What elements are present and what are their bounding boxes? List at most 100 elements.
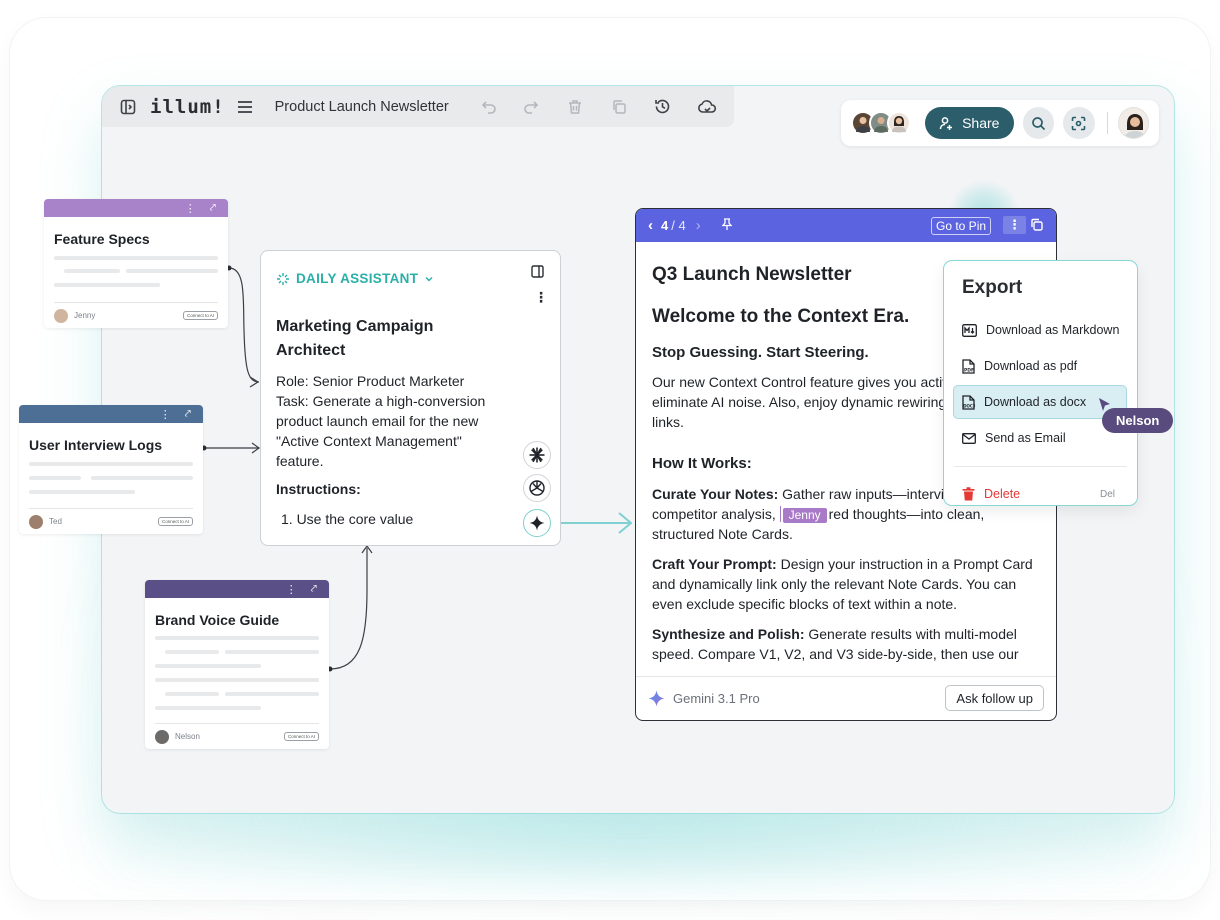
sidebar-toggle-icon[interactable] [114, 93, 142, 121]
author-avatar [54, 308, 68, 323]
author-avatar [155, 729, 169, 744]
link-icon[interactable]: ⤤ [210, 202, 216, 215]
document-title[interactable]: Product Launch Newsletter [275, 99, 449, 115]
svg-text:PDF: PDF [964, 367, 974, 373]
chevron-left-icon[interactable]: ‹ [648, 217, 653, 234]
text-placeholder [29, 462, 193, 466]
craft-paragraph: Craft Your Prompt: Design your instructi… [652, 554, 1040, 614]
share-button[interactable]: Share [925, 107, 1014, 139]
pin-icon[interactable] [721, 217, 733, 234]
prompt-card[interactable]: DAILY ASSISTANT ⋮ Marketing Campaign Arc… [260, 250, 561, 546]
text-placeholder [165, 650, 219, 654]
undo-icon[interactable] [475, 93, 503, 121]
newsletter-subheading: Welcome to the Context Era. [652, 306, 910, 327]
more-icon[interactable]: ⋮ [286, 583, 297, 596]
pager-current: 4 [661, 218, 669, 233]
history-icon[interactable] [649, 93, 677, 121]
curate-text: Gather raw inputs—intervi [778, 486, 945, 502]
focus-button[interactable] [1063, 107, 1095, 139]
delete-shortcut: Del [1099, 489, 1115, 500]
craft-label: Craft Your Prompt: [652, 556, 777, 572]
connect-to-ai-button[interactable]: Connect to AI [182, 311, 218, 320]
claude-model-icon[interactable] [523, 441, 551, 469]
note-header: ⋮ ⤤ [19, 405, 203, 423]
how-it-works-heading: How It Works: [652, 455, 752, 472]
curate-text: structured Note Cards. [652, 526, 793, 542]
gemini-icon [648, 690, 665, 707]
link-icon[interactable]: ⤤ [185, 408, 191, 421]
redo-icon[interactable] [517, 93, 545, 121]
prompt-role: Role: Senior Product Marketer [276, 373, 465, 389]
text-caret [779, 506, 781, 522]
pdf-file-icon: PDF [962, 358, 975, 374]
ask-follow-up-button[interactable]: Ask follow up [945, 685, 1044, 711]
openai-model-icon[interactable] [523, 474, 551, 502]
prompt-task: Task: Generate a high-conversion product… [276, 393, 486, 469]
menu-item-label: Download as pdf [984, 359, 1078, 373]
text-placeholder [155, 706, 261, 710]
gemini-model-icon[interactable] [523, 509, 551, 537]
text-placeholder [91, 476, 193, 480]
more-icon[interactable]: ⋮ [185, 202, 196, 215]
note-card-brand-voice-guide[interactable]: ⋮ ⤤ Brand Voice Guide Nelson Connect to … [145, 580, 329, 749]
svg-text:DOCX: DOCX [963, 403, 975, 408]
note-title: Brand Voice Guide [155, 612, 280, 628]
search-button[interactable] [1022, 107, 1055, 139]
pager-total: / 4 [671, 218, 686, 233]
menu-item-label: Delete [984, 487, 1021, 501]
menu-item-label: Download as docx [984, 395, 1087, 409]
more-icon[interactable]: ⋮ [534, 289, 548, 306]
more-icon[interactable]: ⋮ [1003, 216, 1026, 234]
send-email-item[interactable]: Send as Email [954, 422, 1126, 454]
search-icon [1031, 116, 1045, 130]
collaborator-cursor-tag: Jenny [782, 508, 827, 523]
text-placeholder [64, 269, 120, 273]
text-placeholder [126, 269, 218, 273]
panel-toggle-icon[interactable] [531, 265, 544, 283]
collaborator-cursor-label: Nelson [1102, 408, 1174, 433]
user-plus-icon [939, 116, 953, 130]
curate-text: competitor analysis, [652, 506, 780, 522]
trash-icon[interactable] [561, 93, 589, 121]
trash-icon [962, 487, 975, 501]
avatar [887, 111, 911, 135]
model-name[interactable]: Gemini 3.1 Pro [673, 691, 760, 706]
note-card-feature-specs[interactable]: ⋮ ⤤ Feature Specs Jenny Connect to AI [44, 199, 228, 328]
link-icon[interactable]: ⤤ [311, 583, 317, 596]
share-label: Share [962, 115, 1000, 131]
current-user-avatar[interactable] [1117, 107, 1150, 139]
menu-item-label: Download as Markdown [986, 323, 1120, 337]
copy-icon[interactable] [1030, 218, 1043, 234]
assistant-name: DAILY ASSISTANT [296, 271, 419, 286]
duplicate-icon[interactable] [605, 93, 633, 121]
collaborator-avatars[interactable] [851, 111, 911, 135]
more-icon[interactable]: ⋮ [160, 408, 171, 421]
text-placeholder [225, 650, 319, 654]
author-avatar [29, 514, 43, 529]
toolbar-divider [1106, 112, 1108, 134]
text-placeholder [54, 256, 218, 260]
connect-to-ai-button[interactable]: Connect to AI [157, 517, 193, 526]
focus-frame-icon [1071, 116, 1086, 130]
connect-to-ai-button[interactable]: Connect to AI [283, 732, 319, 741]
result-footer: Gemini 3.1 Pro Ask follow up [636, 676, 1056, 720]
menu-icon[interactable] [231, 93, 259, 121]
go-to-pin-button[interactable]: Go to Pin [931, 217, 992, 235]
chevron-right-icon[interactable]: › [696, 217, 701, 234]
text-placeholder [29, 476, 81, 480]
assistant-selector[interactable]: DAILY ASSISTANT [276, 271, 434, 286]
docx-file-icon: DOCX [962, 394, 975, 410]
note-card-user-interview-logs[interactable]: ⋮ ⤤ User Interview Logs Ted Connect to A… [19, 405, 203, 534]
cloud-sync-icon[interactable] [693, 93, 721, 121]
text-placeholder [54, 283, 160, 287]
text-placeholder [155, 678, 319, 682]
chevron-down-icon [425, 276, 433, 282]
text-placeholder [155, 636, 319, 640]
note-footer: Jenny Connect to AI [54, 302, 218, 323]
note-header: ⋮ ⤤ [145, 580, 329, 598]
download-pdf-item[interactable]: PDF Download as pdf [954, 350, 1126, 382]
mail-icon [962, 432, 976, 444]
download-markdown-item[interactable]: Download as Markdown [954, 314, 1126, 346]
note-title: Feature Specs [54, 231, 150, 247]
note-footer: Nelson Connect to AI [155, 723, 319, 744]
